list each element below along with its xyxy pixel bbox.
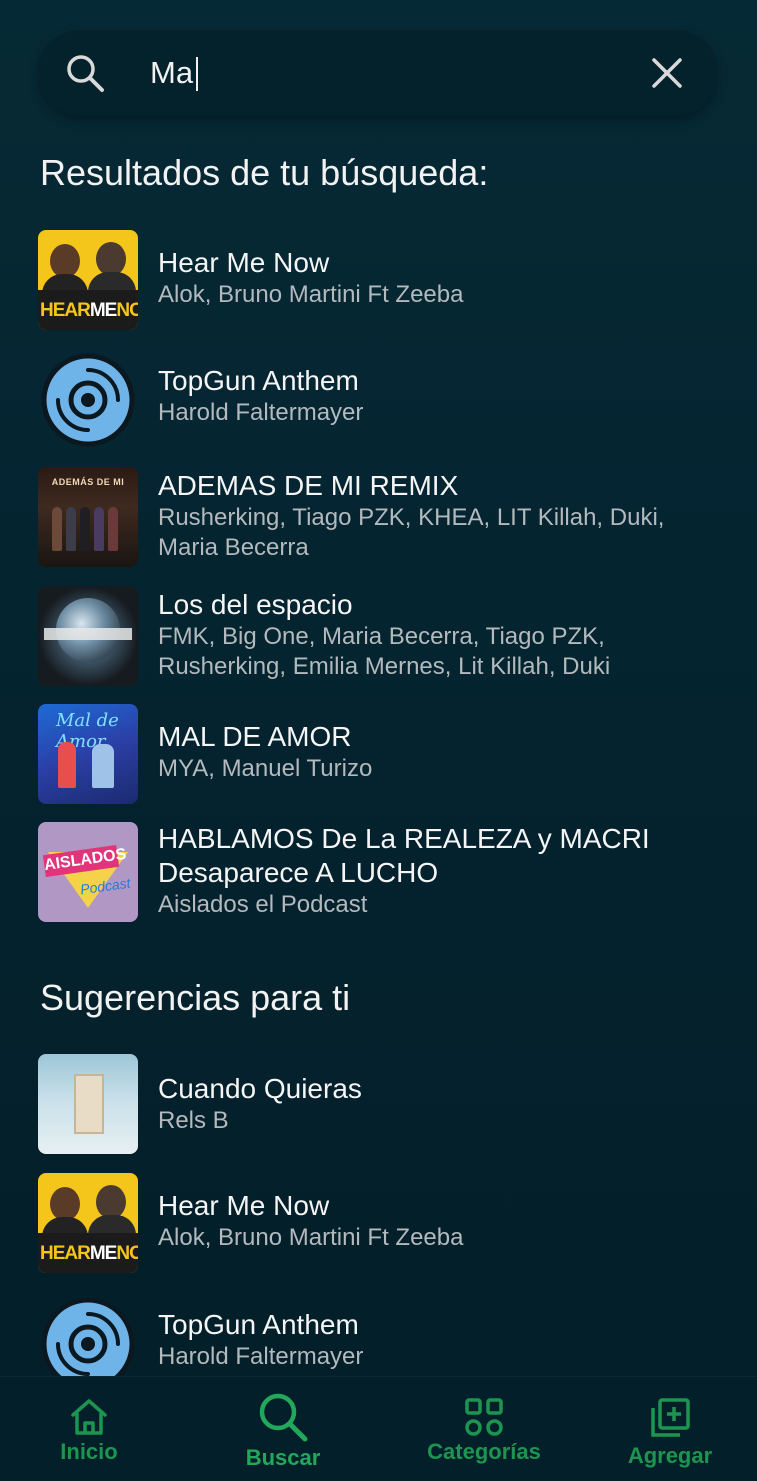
search-input[interactable] bbox=[150, 48, 630, 98]
track-title: Cuando Quieras bbox=[158, 1073, 362, 1104]
search-screen: Resultados de tu búsqueda: HEARMENOW Hea… bbox=[0, 0, 757, 1481]
album-art: ADEMÁS DE MI bbox=[38, 467, 138, 567]
episode-title-line-2: Desaparece A LUCHO bbox=[158, 857, 439, 888]
track-title: ADEMAS DE MI REMIX bbox=[158, 470, 459, 501]
track-artist: Harold Faltermayer bbox=[158, 399, 364, 426]
results-heading: Resultados de tu búsqueda: bbox=[40, 152, 489, 193]
track-artist: Harold Faltermayer bbox=[158, 1343, 364, 1370]
add-to-library-icon bbox=[651, 1398, 690, 1437]
album-art: HEARMENOW bbox=[38, 1173, 138, 1273]
track-artist-line-1: Rusherking, Tiago PZK, KHEA, LIT Killah,… bbox=[158, 504, 665, 531]
text-caret bbox=[196, 57, 198, 91]
result-item-aislados-podcast[interactable]: AISLADOS Podcast HABLAMOS De La REALEZA … bbox=[38, 822, 728, 922]
track-title: TopGun Anthem bbox=[158, 365, 359, 396]
home-icon bbox=[71, 1399, 107, 1435]
nav-search[interactable]: Buscar bbox=[236, 1389, 330, 1471]
episode-title-line-1: HABLAMOS De La REALEZA y MACRI bbox=[158, 823, 650, 854]
track-artist-line-2: Maria Becerra bbox=[158, 534, 309, 561]
nav-categories-label: Categorías bbox=[427, 1439, 541, 1464]
result-item-los-del-espacio[interactable]: Los del espacio FMK, Big One, Maria Bece… bbox=[38, 586, 728, 686]
track-title: TopGun Anthem bbox=[158, 1309, 359, 1340]
nav-home-label: Inicio bbox=[60, 1439, 118, 1464]
track-title: Hear Me Now bbox=[158, 247, 330, 278]
podcast-art: AISLADOS Podcast bbox=[38, 822, 138, 922]
podcast-name: Aislados el Podcast bbox=[158, 891, 368, 918]
track-artist: Alok, Bruno Martini Ft Zeeba bbox=[158, 281, 464, 308]
suggestion-item-topgun-anthem[interactable]: TopGun Anthem Harold Faltermayer bbox=[38, 1294, 728, 1376]
suggestions-heading: Sugerencias para ti bbox=[40, 977, 351, 1018]
track-title: MAL DE AMOR bbox=[158, 721, 352, 752]
result-item-hear-me-now[interactable]: HEARMENOW Hear Me Now Alok, Bruno Martin… bbox=[38, 230, 728, 330]
disc-icon bbox=[38, 350, 138, 450]
track-title: Los del espacio bbox=[158, 589, 353, 620]
track-artist: Alok, Bruno Martini Ft Zeeba bbox=[158, 1224, 464, 1251]
result-item-topgun-anthem[interactable]: TopGun Anthem Harold Faltermayer bbox=[38, 350, 728, 450]
suggestion-item-hear-me-now[interactable]: HEARMENOW Hear Me Now Alok, Bruno Martin… bbox=[38, 1173, 728, 1273]
bottom-navigation: Inicio Buscar Categorías Agregar bbox=[0, 1376, 757, 1481]
track-artist-line-2: Rusherking, Emilia Mernes, Lit Killah, D… bbox=[158, 653, 611, 680]
grid-icon bbox=[465, 1398, 503, 1436]
track-artist: MYA, Manuel Turizo bbox=[158, 755, 373, 782]
album-art bbox=[38, 1054, 138, 1154]
album-art bbox=[38, 586, 138, 686]
search-icon bbox=[259, 1393, 308, 1442]
nav-home[interactable]: Inicio bbox=[44, 1395, 134, 1465]
track-title: Hear Me Now bbox=[158, 1190, 330, 1221]
nav-search-label: Buscar bbox=[245, 1445, 321, 1470]
album-art: HEARMENOW bbox=[38, 230, 138, 330]
nav-add-label: Agregar bbox=[627, 1443, 713, 1468]
album-art: Mal de Amor bbox=[38, 704, 138, 804]
search-bar[interactable] bbox=[38, 30, 718, 116]
track-artist-line-1: FMK, Big One, Maria Becerra, Tiago PZK, bbox=[158, 623, 605, 650]
track-artist: Rels B bbox=[158, 1107, 229, 1134]
nav-add[interactable]: Agregar bbox=[620, 1397, 720, 1469]
result-item-mal-de-amor[interactable]: Mal de Amor MAL DE AMOR MYA, Manuel Turi… bbox=[38, 704, 728, 804]
nav-categories[interactable]: Categorías bbox=[422, 1397, 546, 1465]
clear-search-button[interactable] bbox=[646, 52, 688, 94]
suggestion-item-cuando-quieras[interactable]: Cuando Quieras Rels B bbox=[38, 1054, 728, 1154]
disc-icon bbox=[38, 1294, 138, 1376]
result-item-ademas-de-mi[interactable]: ADEMÁS DE MI ADEMAS DE MI REMIX Rusherki… bbox=[38, 467, 728, 567]
search-icon bbox=[67, 55, 104, 92]
